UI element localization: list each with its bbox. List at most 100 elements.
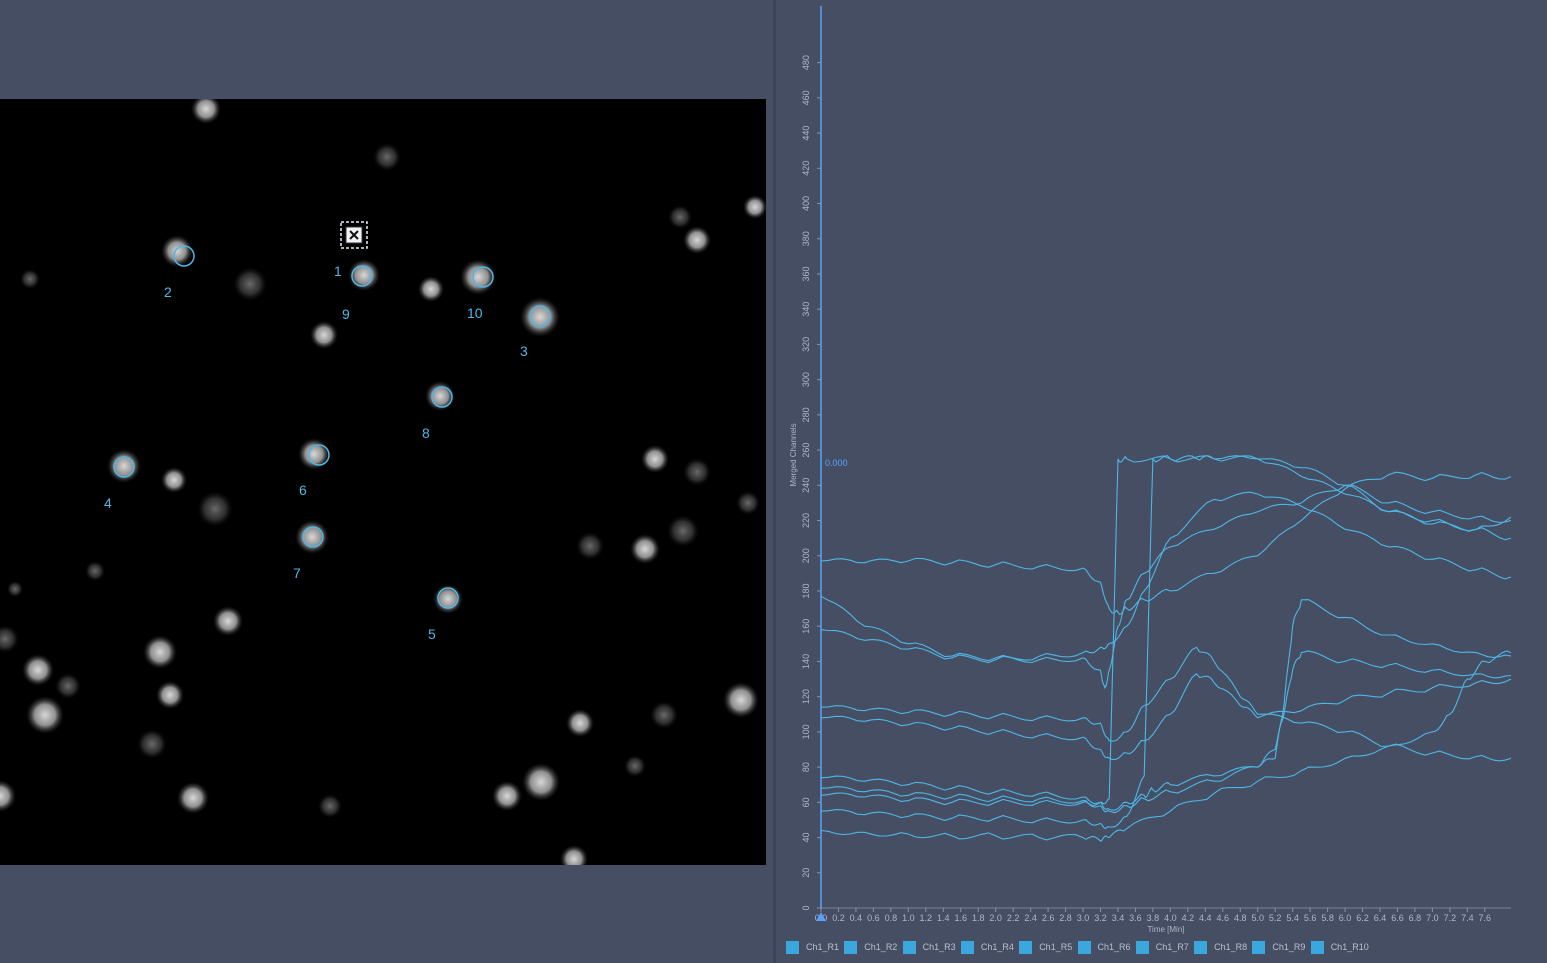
cell-1 xyxy=(191,99,221,124)
cell-17 xyxy=(641,445,669,473)
cursor-value-label: 0.000 xyxy=(825,458,848,468)
fluorescence-image-view[interactable]: 1 2 3 4 5 6 7 8 9 10 xyxy=(0,99,766,865)
x-tick-label: 1.6 xyxy=(954,913,967,923)
x-tick-label: 7.0 xyxy=(1426,913,1439,923)
x-tick-label: 4.0 xyxy=(1164,913,1177,923)
cell-41 xyxy=(683,226,711,254)
x-tick-label: 3.4 xyxy=(1112,913,1125,923)
series-Ch1_R3 xyxy=(820,491,1512,664)
legend-swatch[interactable] xyxy=(1019,940,1033,954)
cell-14 xyxy=(197,491,233,527)
x-tick-label: 4.6 xyxy=(1217,913,1230,923)
intensity-chart[interactable]: 0 20 40 60 80 100 120 140 160 180 200 220 240 260 280 3… xyxy=(776,0,1547,935)
legend-swatch[interactable] xyxy=(960,940,974,954)
y-tick-label: 160 xyxy=(801,619,811,634)
cell-15 xyxy=(295,520,329,554)
cell-8 xyxy=(520,297,560,337)
cell-12 xyxy=(107,449,141,483)
legend-label: Ch1_R6 xyxy=(1097,942,1131,952)
legend-item-Ch1_R9[interactable]: Ch1_R9 xyxy=(1252,939,1305,955)
legend-swatch[interactable] xyxy=(1252,940,1266,954)
cell-34 xyxy=(522,763,560,801)
series-layer xyxy=(820,455,1512,842)
roi-label: 9 xyxy=(342,306,350,322)
chart-pane: 0 20 40 60 80 100 120 140 160 180 200 220 240 260 280 3… xyxy=(776,0,1547,963)
series-Ch1_R6 xyxy=(820,599,1512,811)
y-tick-label: 320 xyxy=(801,337,811,352)
y-tick-label: 20 xyxy=(801,868,811,878)
cell-20 xyxy=(667,515,699,547)
legend-swatch[interactable] xyxy=(1077,940,1091,954)
cell-32 xyxy=(650,701,678,729)
legend-item-Ch1_R2[interactable]: Ch1_R2 xyxy=(844,939,897,955)
legend-swatch[interactable] xyxy=(1310,940,1324,954)
roi-label: 6 xyxy=(299,482,307,498)
cell-37 xyxy=(0,780,16,812)
x-tick-label: 7.6 xyxy=(1479,913,1492,923)
legend-swatch[interactable] xyxy=(844,940,858,954)
cell-25 xyxy=(22,654,54,686)
x-tick-label: 6.6 xyxy=(1391,913,1404,923)
x-tick-label: 6.4 xyxy=(1374,913,1387,923)
legend-swatch[interactable] xyxy=(1135,940,1149,954)
roi-label: 7 xyxy=(293,565,301,581)
x-tick-label: 3.6 xyxy=(1129,913,1142,923)
x-tick-label: 2.0 xyxy=(989,913,1002,923)
legend-swatch[interactable] xyxy=(786,940,799,954)
y-tick-label: 260 xyxy=(801,443,811,458)
x-tick-label: 4.4 xyxy=(1199,913,1212,923)
y-tick-label: 200 xyxy=(801,548,811,563)
legend-label: Ch1_R2 xyxy=(864,942,898,952)
x-tick-label: 2.6 xyxy=(1042,913,1055,923)
x-tick-label: 6.0 xyxy=(1339,913,1352,923)
image-pane: 1 2 3 4 5 6 7 8 9 10 xyxy=(0,0,773,963)
legend-label: Ch1_R4 xyxy=(980,942,1014,952)
series-Ch1_R5 xyxy=(820,673,1512,761)
legend-item-Ch1_R5[interactable]: Ch1_R5 xyxy=(1019,939,1072,955)
x-tick-label: 1.0 xyxy=(902,913,915,923)
x-tick-label: 0.4 xyxy=(850,913,863,923)
cell-24 xyxy=(143,635,177,669)
x-tick-label: 1.8 xyxy=(972,913,985,923)
legend-item-Ch1_R7[interactable]: Ch1_R7 xyxy=(1135,939,1189,955)
x-tick-label: 2.4 xyxy=(1024,913,1037,923)
roi-label: 2 xyxy=(164,284,172,300)
y-tick-label: 100 xyxy=(801,724,811,739)
x-axis-ticks: 0.00.20.40.60.81.01.21.41.61.82.02.22.42… xyxy=(815,907,1511,923)
legend-label: Ch1_R5 xyxy=(1039,942,1073,952)
y-tick-label: 280 xyxy=(801,407,811,422)
legend-item-Ch1_R8[interactable]: Ch1_R8 xyxy=(1194,939,1247,955)
cell-31 xyxy=(723,682,759,718)
x-tick-label: 0.2 xyxy=(832,913,845,923)
cell-46 xyxy=(20,269,40,289)
y-tick-label: 400 xyxy=(801,196,811,211)
legend-item-Ch1_R3[interactable]: Ch1_R3 xyxy=(902,939,956,955)
y-tick-label: 420 xyxy=(801,161,811,176)
legend-swatch[interactable] xyxy=(1194,940,1208,954)
x-tick-label: 3.8 xyxy=(1147,913,1160,923)
x-tick-label: 4.8 xyxy=(1234,913,1247,923)
roi-label: 4 xyxy=(104,495,112,511)
legend-item-Ch1_R4[interactable]: Ch1_R4 xyxy=(960,939,1014,955)
x-tick-label: 5.8 xyxy=(1321,913,1334,923)
legend-item-Ch1_R1[interactable]: Ch1_R1 xyxy=(786,939,839,955)
legend-swatch[interactable] xyxy=(902,940,916,954)
y-tick-label: 300 xyxy=(801,372,811,387)
cell-36 xyxy=(177,782,209,814)
cell-42 xyxy=(668,205,692,229)
legend-item-Ch1_R6[interactable]: Ch1_R6 xyxy=(1077,939,1131,955)
cell-45 xyxy=(7,581,23,597)
cells-layer xyxy=(0,99,766,865)
series-Ch1_R10 xyxy=(820,650,1512,842)
cell-43 xyxy=(743,195,766,219)
x-tick-label: 1.2 xyxy=(920,913,933,923)
y-tick-label: 0 xyxy=(801,905,811,910)
legend-item-Ch1_R10[interactable]: Ch1_R10 xyxy=(1310,939,1369,955)
roi-label: 8 xyxy=(422,425,430,441)
roi-label: 1 xyxy=(334,263,342,279)
legend-label: Ch1_R8 xyxy=(1214,942,1248,952)
cell-29 xyxy=(137,729,167,759)
cell-22 xyxy=(576,532,604,560)
x-tick-label: 7.2 xyxy=(1444,913,1457,923)
cell-33 xyxy=(566,709,594,737)
